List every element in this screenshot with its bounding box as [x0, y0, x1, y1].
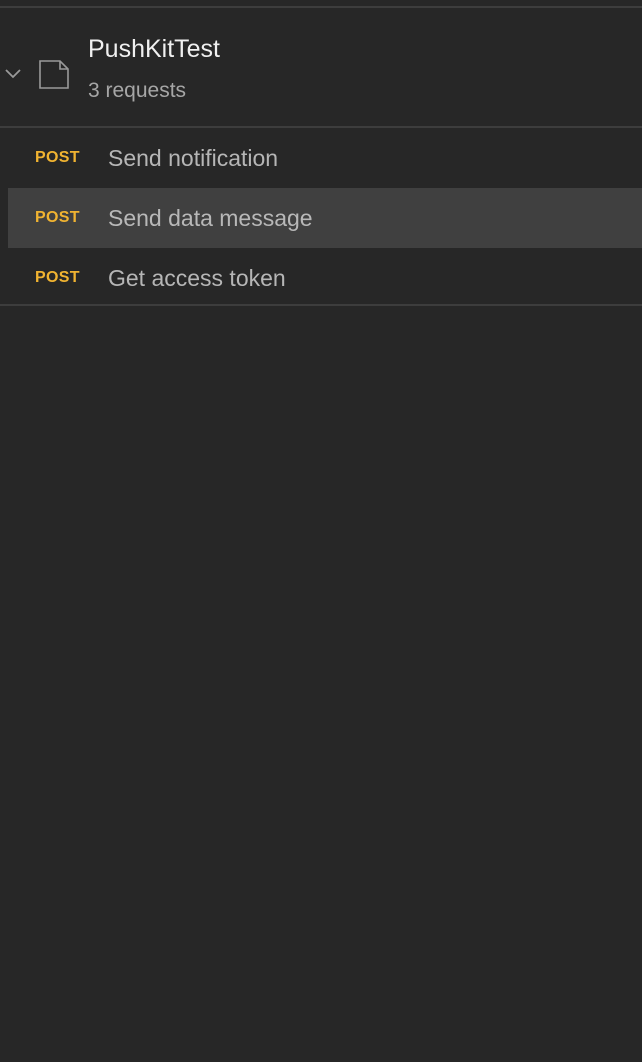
request-name[interactable]: Send data message [108, 203, 313, 233]
request-method-badge: POST [35, 269, 80, 286]
request-list: POST Send notification POST Send data me… [0, 128, 642, 308]
collection-folder-icon [39, 60, 69, 89]
row-highlight [8, 188, 642, 248]
list-bottom-divider [0, 304, 642, 306]
chevron-down-icon[interactable] [4, 66, 22, 80]
request-item[interactable]: POST Send notification [0, 128, 642, 188]
collection-request-count: 3 requests [88, 79, 187, 102]
collection-name[interactable]: PushKitTest [88, 34, 220, 64]
request-item[interactable]: POST Get access token [0, 248, 642, 308]
request-method-badge: POST [35, 149, 80, 166]
request-name[interactable]: Get access token [108, 263, 286, 293]
collection-sidebar: PushKitTest 3 requests POST Send notific… [0, 0, 642, 1062]
request-item-selected[interactable]: POST Send data message [0, 188, 642, 248]
request-method-badge: POST [35, 209, 80, 226]
request-name[interactable]: Send notification [108, 143, 278, 173]
collection-header[interactable]: PushKitTest 3 requests [0, 8, 642, 126]
